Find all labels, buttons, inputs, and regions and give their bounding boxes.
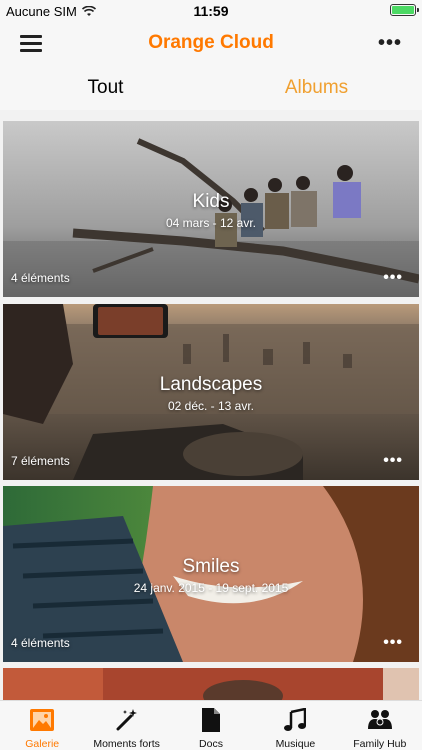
app-header: Orange Cloud ••• — [0, 22, 422, 64]
album-dates: 24 janv. 2015 - 19 sept. 2015 — [133, 581, 289, 595]
battery-indicator — [390, 4, 419, 16]
album-more-button[interactable]: ••• — [383, 634, 403, 652]
tabbar-item-musique[interactable]: Musique — [253, 701, 337, 750]
tab-tout[interactable]: Tout — [0, 64, 211, 110]
magic-wand-icon — [116, 709, 137, 731]
status-bar: Aucune SIM 11:59 — [0, 0, 422, 22]
clock: 11:59 — [193, 3, 229, 19]
album-card-smiles[interactable]: Smiles 24 janv. 2015 - 19 sept. 2015 4 é… — [3, 486, 419, 662]
album-dates: 02 déc. - 13 avr. — [167, 399, 255, 413]
music-note-icon — [284, 708, 307, 731]
album-item-count: 4 éléments — [11, 271, 70, 285]
battery-icon — [390, 4, 419, 16]
tabbar-item-galerie[interactable]: Galerie — [0, 701, 84, 750]
tabbar-label: Galerie — [25, 738, 60, 750]
tabbar-label: Docs — [199, 738, 223, 750]
gallery-icon — [30, 709, 55, 731]
tabbar-item-family-hub[interactable]: Family Hub — [338, 701, 422, 750]
document-icon — [202, 708, 221, 732]
tabbar-item-moments-forts[interactable]: Moments forts — [84, 701, 168, 750]
album-card-kids[interactable]: Kids 04 mars - 12 avr. 4 éléments ••• — [3, 121, 419, 297]
album-card-partial[interactable] — [3, 668, 419, 700]
tabbar-label: Family Hub — [353, 738, 407, 750]
tabbar-label: Musique — [275, 738, 316, 750]
album-dates: 04 mars - 12 avr. — [165, 216, 257, 230]
album-more-button[interactable]: ••• — [383, 269, 403, 287]
bottom-tab-bar: Galerie Moments forts Docs Musique Famil… — [0, 700, 422, 750]
family-icon — [367, 710, 392, 729]
tabbar-item-docs[interactable]: Docs — [169, 701, 253, 750]
hamburger-menu-button[interactable] — [20, 35, 44, 53]
album-item-count: 4 éléments — [11, 636, 70, 650]
more-options-button[interactable]: ••• — [378, 32, 402, 55]
tabbar-label: Moments forts — [93, 738, 160, 750]
tab-albums[interactable]: Albums — [211, 64, 422, 110]
album-title: Landscapes — [159, 374, 263, 395]
view-tabs: Tout Albums — [0, 64, 422, 110]
album-more-button[interactable]: ••• — [383, 452, 403, 470]
album-title: Smiles — [182, 556, 240, 577]
album-item-count: 7 éléments — [11, 454, 70, 468]
app-title: Orange Cloud — [148, 32, 274, 53]
album-cover-image — [3, 668, 419, 700]
album-card-landscapes[interactable]: Landscapes 02 déc. - 13 avr. 7 éléments … — [3, 304, 419, 480]
album-title: Kids — [192, 191, 230, 212]
